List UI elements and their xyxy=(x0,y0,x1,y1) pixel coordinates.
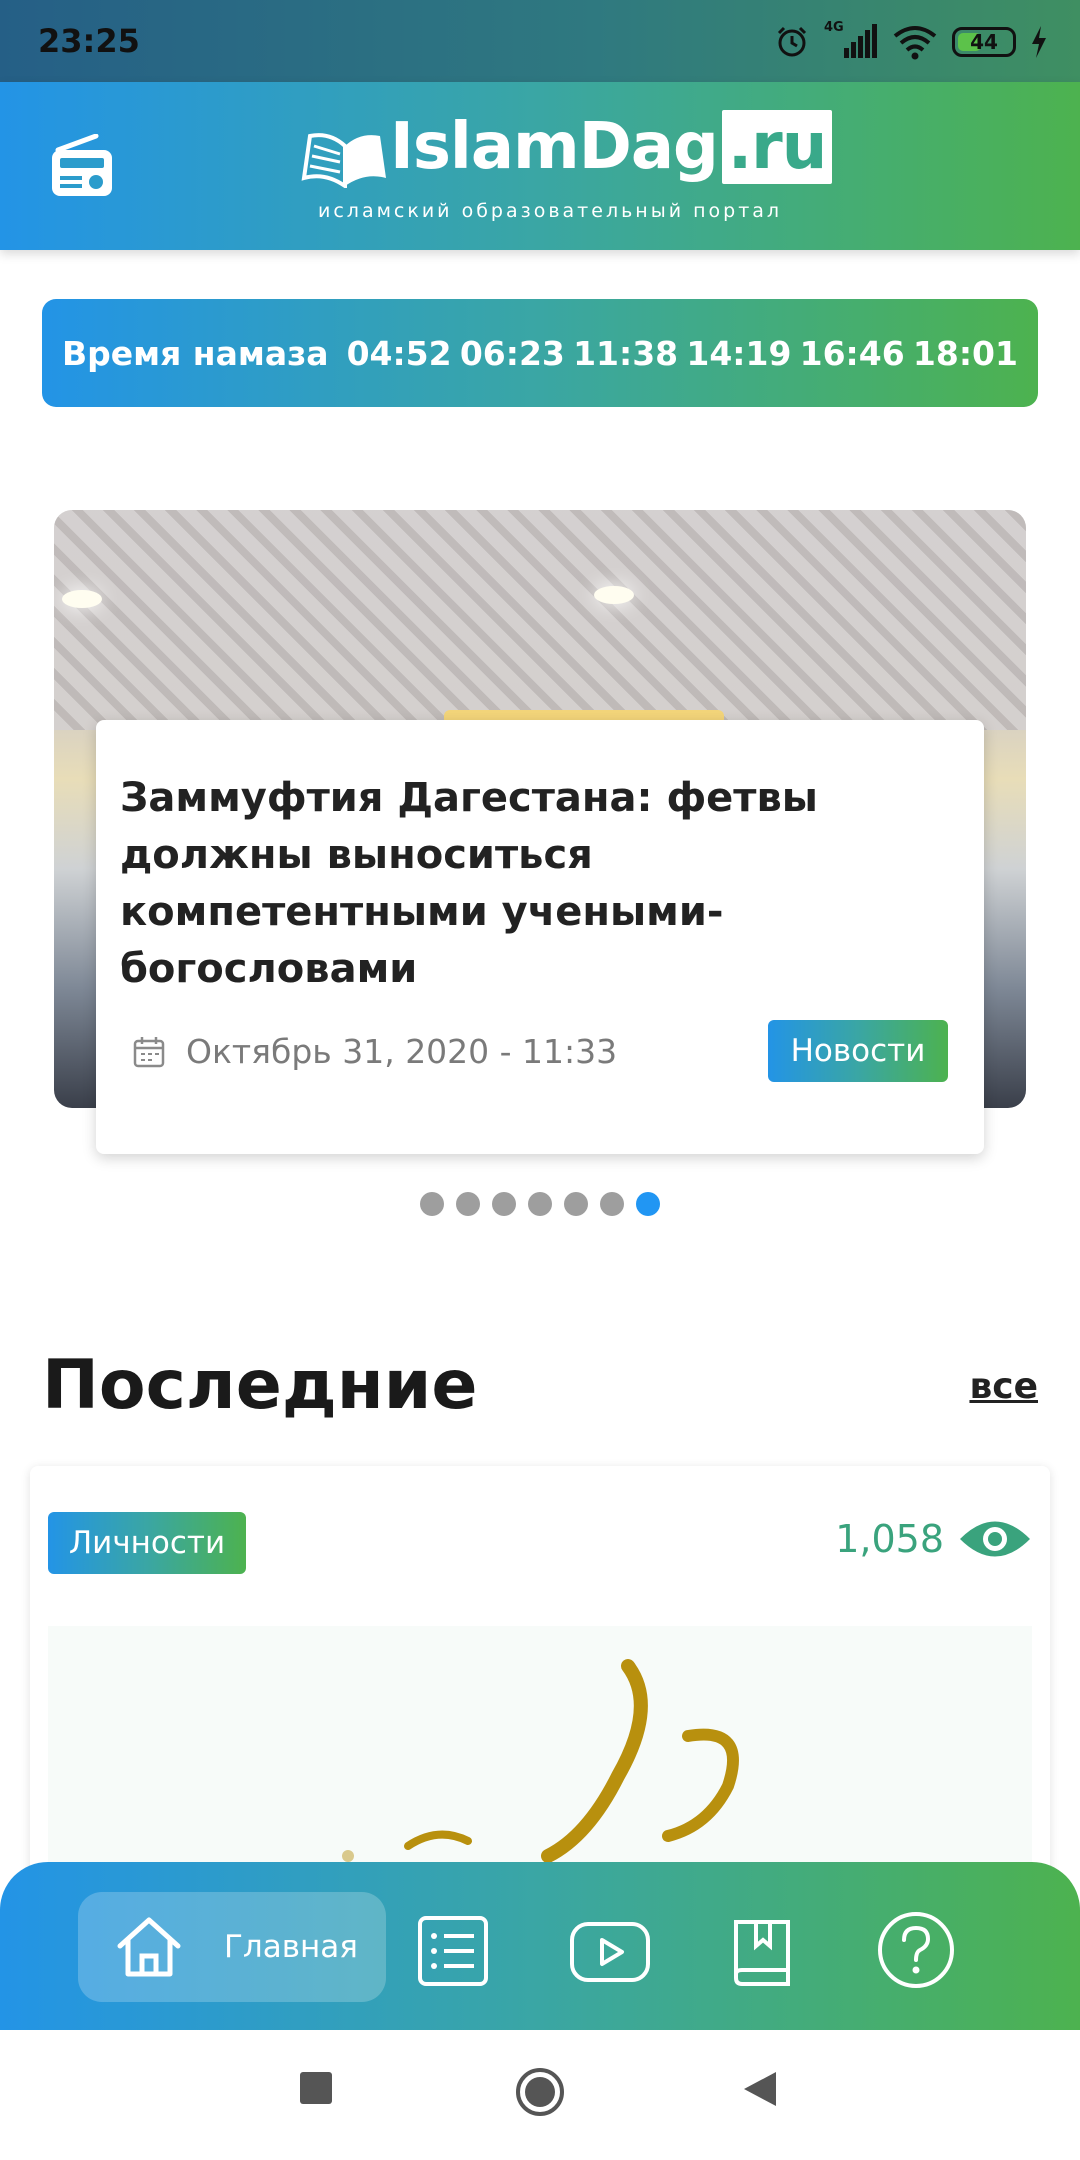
site-logo[interactable]: IslamDag .ru исламский образовательный по… xyxy=(300,110,833,230)
calendar-icon xyxy=(133,1036,165,1067)
nav-library-button[interactable] xyxy=(722,1912,802,1992)
ceiling-lamp xyxy=(594,586,634,604)
status-icons: 4G 44 xyxy=(774,18,1048,66)
featured-news-card[interactable]: Заммуфтия Дагестана: фетвы должны выноси… xyxy=(96,720,984,1154)
prayer-times-label: Время намаза xyxy=(62,333,329,373)
home-circle-icon[interactable] xyxy=(514,2066,566,2118)
battery-level: 44 xyxy=(970,30,998,54)
slider-pagination xyxy=(420,1192,660,1216)
back-icon[interactable] xyxy=(742,2070,778,2108)
featured-news-date-text: Октябрь 31, 2020 - 11:33 xyxy=(186,1032,618,1071)
wifi-icon xyxy=(893,26,937,60)
app-header: IslamDag .ru исламский образовательный по… xyxy=(0,82,1080,250)
prayer-times-bar[interactable]: Время намаза 04:52 06:23 11:38 14:19 16:… xyxy=(42,299,1038,407)
system-navigation-bar xyxy=(0,2030,1080,2160)
featured-news-date: Октябрь 31, 2020 - 11:33 xyxy=(132,1032,617,1071)
prayer-time-3: 11:38 xyxy=(573,333,679,373)
pagination-dot[interactable] xyxy=(456,1192,480,1216)
video-icon xyxy=(570,1922,650,1982)
calligraphy-image xyxy=(342,1659,739,1863)
brand-suffix: .ru xyxy=(721,110,833,184)
prayer-time-4: 14:19 xyxy=(686,333,792,373)
prayer-time-5: 16:46 xyxy=(799,333,905,373)
pagination-dot[interactable] xyxy=(420,1192,444,1216)
prayer-time-1: 04:52 xyxy=(346,333,452,373)
alarm-icon xyxy=(777,26,807,57)
signal-icon: 4G xyxy=(824,20,878,60)
book-logo-icon xyxy=(301,133,386,188)
brand-name: IslamDag .ru xyxy=(390,110,833,184)
eye-icon xyxy=(960,1521,1030,1557)
charging-icon xyxy=(1032,26,1046,58)
prayer-times-list: 04:52 06:23 11:38 14:19 16:46 18:01 xyxy=(347,334,1018,373)
featured-news-title[interactable]: Заммуфтия Дагестана: фетвы должны выноси… xyxy=(120,770,940,998)
latest-heading: Последние xyxy=(42,1346,478,1425)
post-image[interactable] xyxy=(48,1626,1032,1886)
nav-question-button[interactable] xyxy=(874,1908,958,1992)
ceiling-ornament xyxy=(54,510,1026,730)
nav-articles-button[interactable] xyxy=(414,1912,494,1992)
status-time: 23:25 xyxy=(38,22,140,60)
bottom-navigation: Главная xyxy=(0,1862,1080,2030)
pagination-dot[interactable] xyxy=(492,1192,516,1216)
radio-button[interactable] xyxy=(48,133,116,200)
featured-news-category[interactable]: Новости xyxy=(768,1020,948,1082)
pagination-dot[interactable] xyxy=(564,1192,588,1216)
pagination-dot[interactable] xyxy=(600,1192,624,1216)
latest-post-card[interactable]: Личности 1,058 xyxy=(30,1466,1050,1886)
home-icon xyxy=(117,1917,181,1977)
post-views: 1,058 xyxy=(835,1516,1032,1562)
battery-icon: 44 xyxy=(952,27,1016,57)
question-icon xyxy=(878,1912,954,1988)
brand-main: IslamDag xyxy=(390,110,719,184)
pagination-dot-active[interactable] xyxy=(636,1192,660,1216)
nav-video-button[interactable] xyxy=(566,1912,654,1992)
nav-home-button[interactable]: Главная xyxy=(78,1892,386,2002)
recents-icon[interactable] xyxy=(298,2070,334,2106)
nav-home-label: Главная xyxy=(224,1929,358,1965)
prayer-time-2: 06:23 xyxy=(459,333,565,373)
post-category-badge[interactable]: Личности xyxy=(48,1512,246,1574)
list-icon xyxy=(418,1916,488,1986)
ceiling-lamp xyxy=(62,590,102,608)
radio-icon xyxy=(52,133,112,196)
latest-all-link[interactable]: все xyxy=(969,1366,1038,1407)
prayer-time-6: 18:01 xyxy=(912,333,1018,373)
pagination-dot[interactable] xyxy=(528,1192,552,1216)
post-views-count: 1,058 xyxy=(835,1517,944,1561)
brand-tagline: исламский образовательный портал xyxy=(318,200,783,222)
book-icon xyxy=(734,1920,790,1986)
status-bar: 23:25 4G 44 xyxy=(0,0,1080,82)
